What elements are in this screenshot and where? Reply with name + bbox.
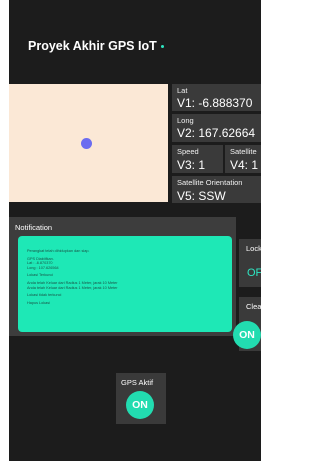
speed-card: Speed V3: 1 <box>172 145 223 173</box>
notification-panel: Notification Perangkat telah dihidupkan … <box>9 217 236 336</box>
notification-box[interactable]: Perangkat telah dihidupkan dan siap. GPS… <box>18 236 232 332</box>
header: Proyek Akhir GPS IoT <box>9 0 261 84</box>
app-title-text: Proyek Akhir GPS IoT <box>28 39 157 53</box>
lat-card: Lat V1: -6.888370 <box>172 84 261 111</box>
satellite-label: Satellite <box>230 147 257 156</box>
notification-line: Anda telah Keluar dari Radius 1 Meter, j… <box>27 280 118 285</box>
lat-label: Lat <box>177 86 188 95</box>
long-label: Long <box>177 116 194 125</box>
lock-value[interactable]: OFF <box>247 267 261 279</box>
map-marker-icon <box>81 138 92 149</box>
speed-value: V3: 1 <box>177 158 206 172</box>
clear-button[interactable]: ON <box>233 321 261 349</box>
notification-log: Perangkat telah dihidupkan dan siap. GPS… <box>27 249 118 305</box>
app-title: Proyek Akhir GPS IoT <box>28 39 164 53</box>
map-widget[interactable] <box>9 84 168 202</box>
long-card: Long V2: 167.62664 <box>172 114 261 142</box>
gps-toggle-button[interactable]: ON <box>126 391 154 419</box>
lock-label: Lock <box>246 244 261 253</box>
long-value: V2: 167.62664 <box>177 126 256 140</box>
satellite-value: V4: 1 <box>230 158 259 172</box>
notification-line: Hapus Lokasi <box>27 300 51 305</box>
status-dot-icon <box>160 45 164 49</box>
orientation-value: V5: SSW <box>177 189 226 203</box>
orientation-card: Satellite Orientation V5: SSW <box>172 176 261 203</box>
lock-widget[interactable]: Lock OFF <box>239 239 261 287</box>
app-screen: Proyek Akhir GPS IoT Lat V1: -6.888370 L… <box>9 0 261 461</box>
notification-title: Notification <box>15 223 53 232</box>
notification-line: Anda telah Keluar dari Radius 1 Meter, j… <box>27 285 118 290</box>
lat-value: V1: -6.888370 <box>177 96 253 110</box>
gps-label: GPS Aktif <box>121 378 154 387</box>
orientation-label: Satellite Orientation <box>177 178 243 187</box>
satellite-card: Satellite V4: 1 <box>225 145 261 173</box>
clear-label: Clear <box>246 302 261 311</box>
speed-label: Speed <box>177 147 199 156</box>
